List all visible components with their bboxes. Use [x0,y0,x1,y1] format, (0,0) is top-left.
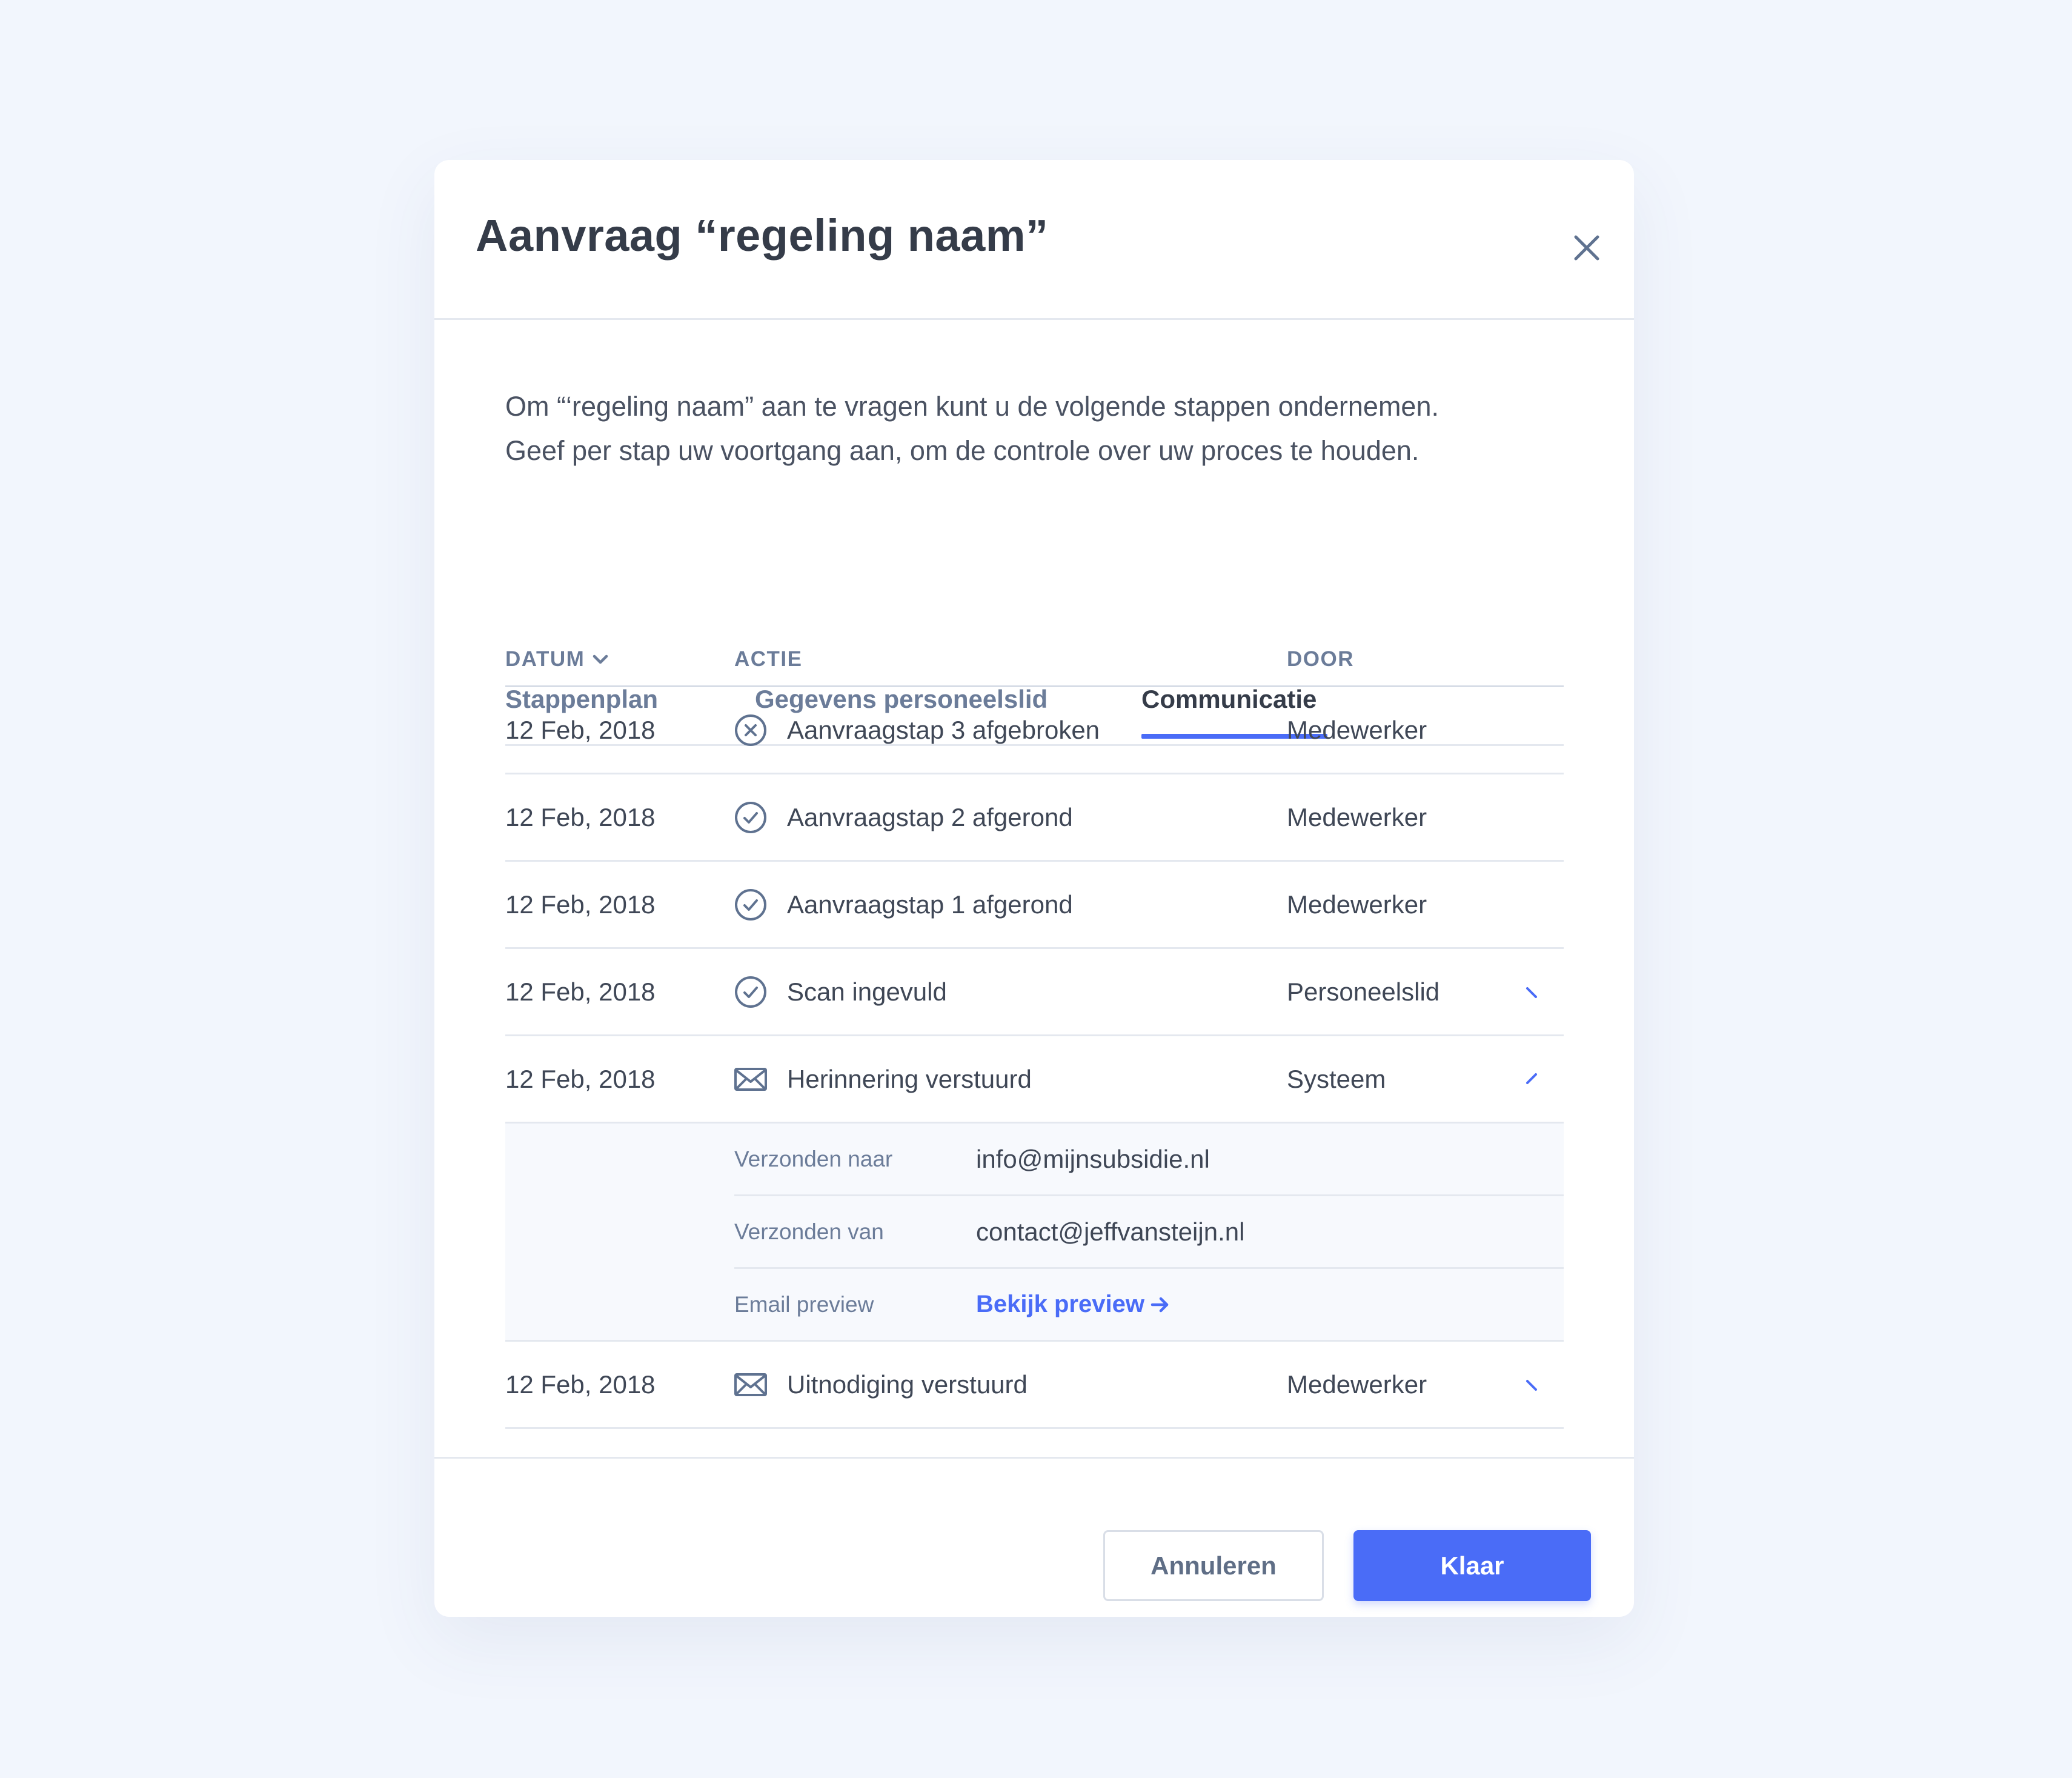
close-icon [1574,235,1599,261]
row-action: Aanvraagstap 1 afgerond [787,890,1073,919]
row-date: 12 Feb, 2018 [505,977,656,1006]
row-date: 12 Feb, 2018 [505,1370,656,1399]
detail-row-sent-from: Verzonden van contact@jeffvansteijn.nl [734,1196,1564,1269]
communication-table: DATUM ACTIE DOOR 12 Feb, 2018 Aanvraagst… [505,631,1564,1429]
table-row[interactable]: 12 Feb, 2018 Herinnering verstuurd Syste… [505,1036,1564,1124]
view-preview-link[interactable]: Bekijk preview [976,1269,1170,1340]
row-date: 12 Feb, 2018 [505,715,656,744]
view-preview-link-label: Bekijk preview [976,1291,1144,1317]
check-circle-icon [735,976,766,1008]
row-by: Medewerker [1287,802,1427,831]
close-button[interactable] [1559,221,1614,275]
row-action: Herinnering verstuurd [787,1064,1032,1093]
check-circle-icon [735,801,766,833]
modal-title: Aanvraag “regeling naam” [476,210,1049,261]
row-date: 12 Feb, 2018 [505,1064,656,1093]
sent-to-label: Verzonden naar [734,1146,893,1171]
mail-icon [734,1373,767,1396]
mail-icon [734,1067,767,1091]
intro-text: Om “‘regeling naam” aan te vragen kunt u… [505,384,1584,473]
sent-from-value: contact@jeffvansteijn.nl [976,1217,1245,1246]
x-circle-icon [735,714,766,746]
column-header-door: DOOR [1287,647,1354,671]
row-action: Aanvraagstap 3 afgebroken [787,715,1100,744]
table-row: 12 Feb, 2018 Aanvraagstap 1 afgerond Med… [505,862,1564,949]
row-date: 12 Feb, 2018 [505,890,656,919]
intro-line-1: Om “‘regeling naam” aan te vragen kunt u… [505,391,1439,422]
done-button[interactable]: Klaar [1353,1530,1591,1601]
check-circle-icon [735,888,766,921]
cancel-button[interactable]: Annuleren [1103,1530,1324,1601]
chevron-down-icon [1526,987,1537,998]
expand-row-button[interactable] [1511,1342,1553,1427]
modal-header: Aanvraag “regeling naam” [434,160,1634,320]
row-by: Medewerker [1287,715,1427,744]
detail-row-email-preview: Email preview Bekijk preview [734,1269,1564,1340]
column-header-datum[interactable]: DATUM [505,647,609,671]
table-row: 12 Feb, 2018 Aanvraagstap 2 afgerond Med… [505,774,1564,862]
collapse-row-button[interactable] [1511,1036,1553,1122]
row-date: 12 Feb, 2018 [505,802,656,831]
row-action: Scan ingevuld [787,977,947,1006]
table-row[interactable]: 12 Feb, 2018 Scan ingevuld Personeelslid [505,949,1564,1036]
detail-row-sent-to: Verzonden naar info@mijnsubsidie.nl [734,1124,1564,1196]
row-action: Uitnodiging verstuurd [787,1370,1028,1399]
row-by: Medewerker [1287,1370,1427,1399]
chevron-down-icon [593,654,608,664]
arrow-right-icon [1151,1297,1169,1312]
row-by: Personeelslid [1287,977,1440,1006]
chevron-up-icon [1526,1073,1537,1084]
table-row[interactable]: 12 Feb, 2018 Uitnodiging verstuurd Medew… [505,1342,1564,1429]
chevron-down-icon [1526,1379,1537,1391]
table-header: DATUM ACTIE DOOR [505,631,1564,687]
modal-footer: Annuleren Klaar [434,1457,1634,1619]
email-preview-label: Email preview [734,1291,874,1317]
expand-row-button[interactable] [1511,949,1553,1034]
column-header-actie: ACTIE [734,647,803,671]
row-details-panel: Verzonden naar info@mijnsubsidie.nl Verz… [505,1124,1564,1342]
row-action: Aanvraagstap 2 afgerond [787,802,1073,831]
row-by: Medewerker [1287,890,1427,919]
row-by: Systeem [1287,1064,1386,1093]
intro-line-2: Geef per stap uw voortgang aan, om de co… [505,435,1420,466]
column-header-datum-label: DATUM [505,647,585,671]
sent-from-label: Verzonden van [734,1219,884,1244]
table-row: 12 Feb, 2018 Aanvraagstap 3 afgebroken M… [505,687,1564,774]
sent-to-value: info@mijnsubsidie.nl [976,1144,1210,1173]
